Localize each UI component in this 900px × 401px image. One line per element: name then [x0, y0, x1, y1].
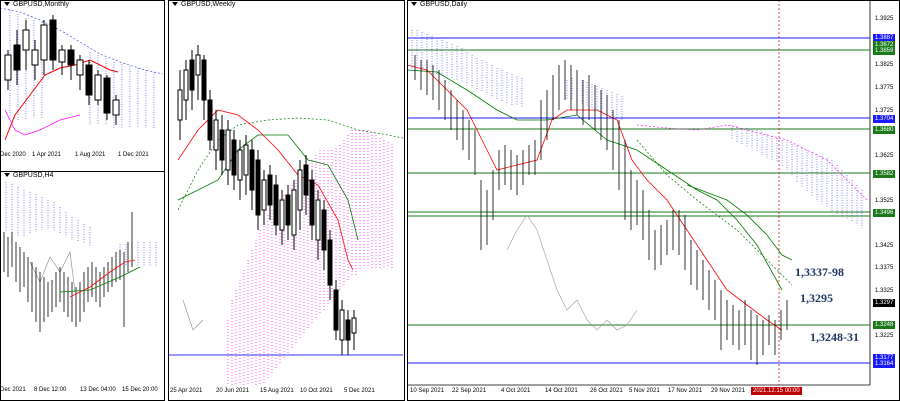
- daily-frame: [407, 0, 900, 401]
- weekly-frame: [168, 0, 405, 401]
- h4-frame: [0, 171, 165, 401]
- monthly-frame: [0, 0, 165, 172]
